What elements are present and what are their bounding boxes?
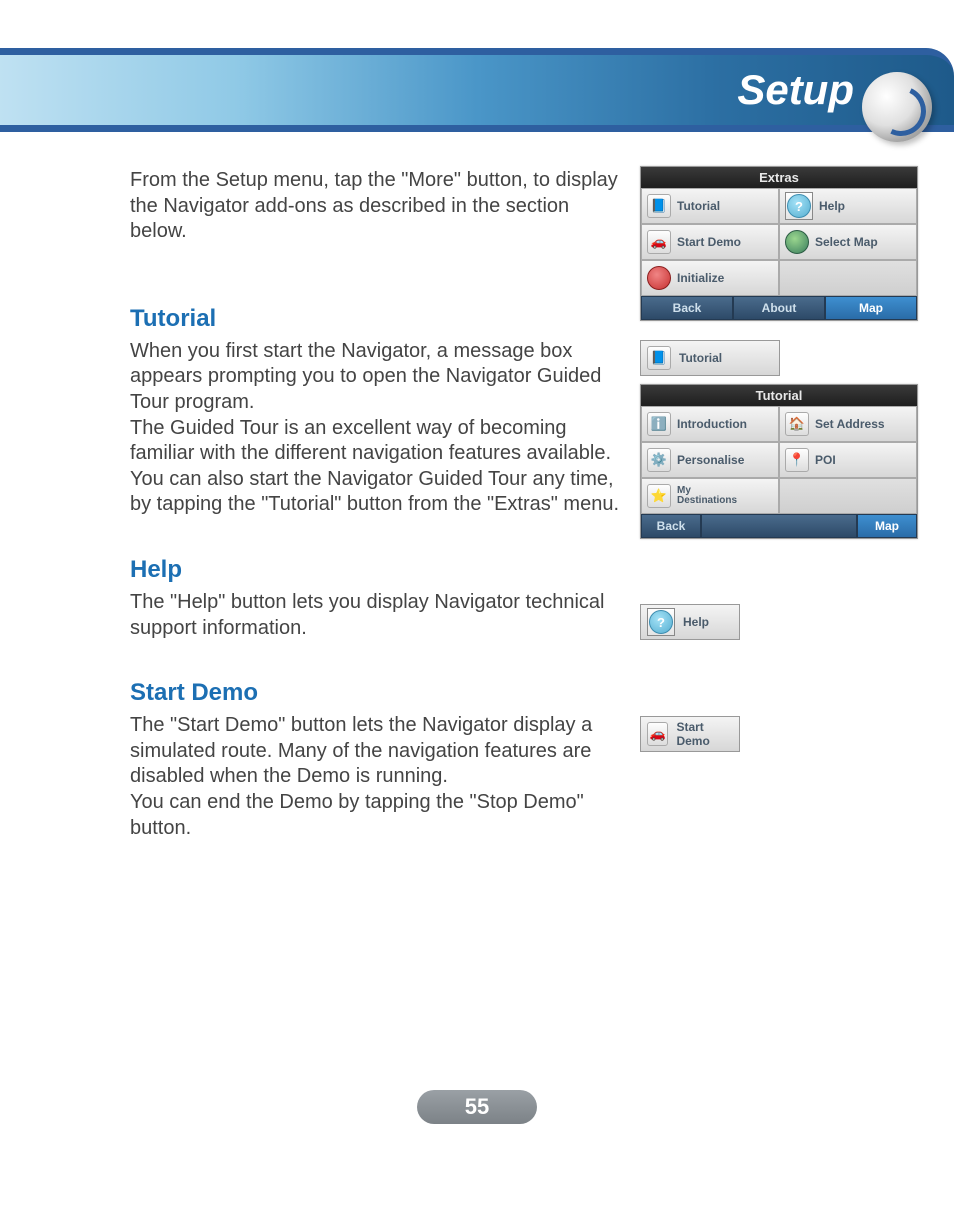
tutorial-icon: 📘 [647, 194, 671, 218]
section-startdemo: Start Demo The "Start Demo" button lets … [130, 679, 630, 841]
help-button-standalone: ? Help [640, 604, 740, 640]
initialize-icon [647, 266, 671, 290]
destinations-icon: ⭐ [647, 484, 671, 508]
tutorial-button-standalone: 📘 Tutorial [640, 340, 780, 376]
tut-tile-introduction[interactable]: ℹ️ Introduction [641, 406, 779, 442]
tut-tile-poi[interactable]: 📍 POI [779, 442, 917, 478]
extras-tile-startdemo[interactable]: 🚗 Start Demo [641, 224, 779, 260]
startdemo-heading: Start Demo [130, 679, 630, 707]
startdemo-button-standalone: 🚗 Start Demo [640, 716, 740, 752]
tutorial-body: When you first start the Navigator, a me… [130, 339, 630, 518]
help-body: The "Help" button lets you display Navig… [130, 590, 630, 641]
header-curl-decoration [862, 72, 932, 142]
page-number: 55 [417, 1090, 537, 1124]
extras-screenshot: Extras 📘 Tutorial ? Help 🚗 Start Demo Se… [640, 166, 918, 321]
personalise-icon: ⚙️ [647, 448, 671, 472]
address-icon: 🏠 [785, 412, 809, 436]
extras-tile-help[interactable]: ? Help [779, 188, 917, 224]
tut-map-button[interactable]: Map [857, 514, 917, 538]
page-title: Setup [737, 66, 854, 114]
extras-titlebar: Extras [641, 167, 917, 188]
globe-icon [785, 230, 809, 254]
extras-back-button[interactable]: Back [641, 296, 733, 320]
startdemo-body: The "Start Demo" button lets the Navigat… [130, 713, 630, 841]
header-band: Setup [0, 48, 954, 132]
intro-icon: ℹ️ [647, 412, 671, 436]
section-help: Help The "Help" button lets you display … [130, 556, 630, 641]
startdemo-button[interactable]: 🚗 Start Demo [640, 716, 740, 752]
extras-about-button[interactable]: About [733, 296, 825, 320]
help-icon: ? [647, 608, 675, 636]
content-column: From the Setup menu, tap the "More" butt… [130, 168, 630, 841]
tut-spacer [701, 514, 857, 538]
tutorial-screenshot: Tutorial ℹ️ Introduction 🏠 Set Address ⚙… [640, 384, 918, 539]
extras-tile-selectmap[interactable]: Select Map [779, 224, 917, 260]
extras-tile-tutorial[interactable]: 📘 Tutorial [641, 188, 779, 224]
help-icon: ? [785, 192, 813, 220]
demo-icon: 🚗 [647, 722, 668, 746]
tut-tile-mydestinations[interactable]: ⭐ My Destinations [641, 478, 779, 514]
tut-tile-setaddress[interactable]: 🏠 Set Address [779, 406, 917, 442]
tutorial-heading: Tutorial [130, 305, 630, 333]
intro-paragraph: From the Setup menu, tap the "More" butt… [130, 168, 630, 245]
tutorial-titlebar: Tutorial [641, 385, 917, 406]
tut-back-button[interactable]: Back [641, 514, 701, 538]
tutorial-icon: 📘 [647, 346, 671, 370]
extras-tile-empty [779, 260, 917, 296]
extras-tile-initialize[interactable]: Initialize [641, 260, 779, 296]
tut-tile-personalise[interactable]: ⚙️ Personalise [641, 442, 779, 478]
tutorial-button[interactable]: 📘 Tutorial [640, 340, 780, 376]
section-tutorial: Tutorial When you first start the Naviga… [130, 305, 630, 518]
help-heading: Help [130, 556, 630, 584]
tut-tile-empty [779, 478, 917, 514]
poi-icon: 📍 [785, 448, 809, 472]
extras-map-button[interactable]: Map [825, 296, 917, 320]
help-button[interactable]: ? Help [640, 604, 740, 640]
demo-icon: 🚗 [647, 230, 671, 254]
